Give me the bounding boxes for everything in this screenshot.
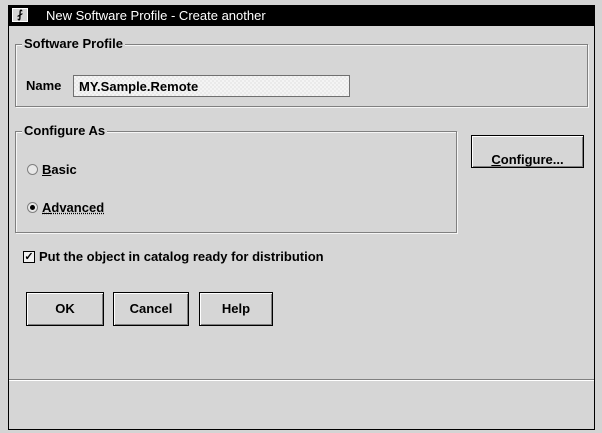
dialog-window: ⨏ New Software Profile - Create another … <box>8 5 595 430</box>
radio-advanced[interactable]: Advanced <box>27 200 104 215</box>
radio-basic[interactable]: Basic <box>27 162 77 177</box>
configure-as-group: Configure As Basic Advanced <box>15 123 457 233</box>
catalog-checkbox-row[interactable]: ✓ Put the object in catalog ready for di… <box>23 249 324 264</box>
radio-advanced-label: Advanced <box>42 200 105 215</box>
footer-divider <box>9 379 594 381</box>
checkbox-checked-icon: ✓ <box>23 250 35 263</box>
radio-button-icon <box>27 164 38 175</box>
ok-button[interactable]: OK <box>26 292 104 326</box>
radio-button-selected-icon <box>27 202 38 213</box>
name-label: Name <box>26 78 62 93</box>
configure-button[interactable]: Configure... <box>471 135 584 168</box>
name-field[interactable]: MY.Sample.Remote <box>73 75 350 97</box>
window-title: New Software Profile - Create another <box>46 8 266 23</box>
cancel-button[interactable]: Cancel <box>113 292 189 326</box>
radio-basic-label: Basic <box>42 162 77 177</box>
configure-as-group-label: Configure As <box>22 123 108 139</box>
help-button[interactable]: Help <box>199 292 273 326</box>
system-menu-icon[interactable]: ⨏ <box>12 8 28 22</box>
software-profile-group: Software Profile Name MY.Sample.Remote <box>15 36 588 107</box>
software-profile-group-label: Software Profile <box>22 36 125 52</box>
title-bar[interactable]: ⨏ New Software Profile - Create another <box>9 6 594 26</box>
catalog-checkbox-label: Put the object in catalog ready for dist… <box>39 249 324 264</box>
